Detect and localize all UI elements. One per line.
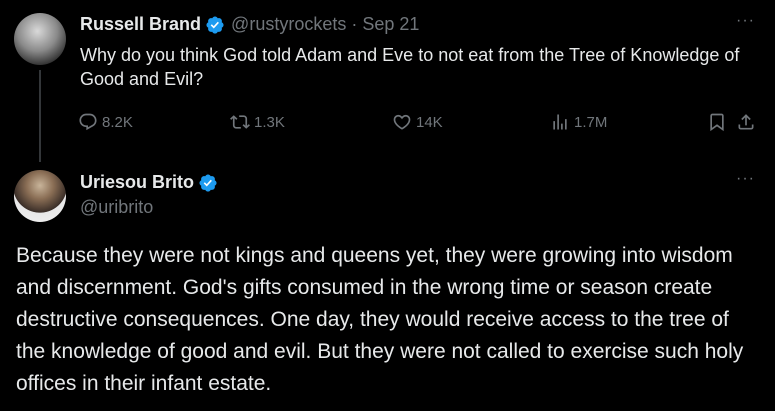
- analytics-icon: [553, 114, 567, 130]
- verified-badge-icon: [199, 173, 217, 192]
- like-button[interactable]: 14K: [392, 112, 443, 132]
- author-handle[interactable]: @rustyrockets: [231, 14, 346, 35]
- author-handle[interactable]: @uribrito: [80, 197, 153, 218]
- thread-connector-line: [39, 70, 41, 162]
- heart-icon: [393, 114, 411, 130]
- reply-icon: [79, 113, 97, 131]
- share-icon: [738, 114, 754, 130]
- view-count: 1.7M: [574, 113, 608, 131]
- avatar-russell-brand[interactable]: [14, 13, 66, 65]
- reply-count: 8.2K: [102, 113, 133, 131]
- more-options-icon[interactable]: ···: [736, 12, 755, 30]
- verified-badge-icon: [206, 15, 224, 34]
- views-button[interactable]: 1.7M: [550, 112, 607, 132]
- like-count: 14K: [416, 113, 443, 131]
- tweet-date[interactable]: Sep 21: [362, 14, 419, 35]
- bookmark-icon: [710, 113, 724, 132]
- tweet2-text: Because they were not kings and queens y…: [16, 244, 744, 395]
- retweet-icon: [230, 115, 250, 129]
- author-name[interactable]: Uriesou Brito: [80, 172, 194, 193]
- share-button[interactable]: [736, 112, 760, 132]
- author-name[interactable]: Russell Brand: [80, 14, 201, 35]
- retweet-button[interactable]: 1.3K: [230, 112, 285, 132]
- tweet2-header: Uriesou Brito: [80, 172, 218, 193]
- retweet-count: 1.3K: [254, 113, 285, 131]
- reply-button[interactable]: 8.2K: [78, 112, 133, 132]
- separator-dot: ·: [351, 14, 358, 34]
- tweet1-text: Why do you think God told Adam and Eve t…: [80, 45, 740, 89]
- tweet1-header: Russell Brand @rustyrockets · Sep 21: [80, 14, 419, 35]
- tweet1-action-bar: 8.2K 1.3K 14K 1.7M: [78, 112, 758, 138]
- bookmark-button[interactable]: [707, 112, 731, 132]
- more-options-icon[interactable]: ···: [736, 170, 755, 188]
- avatar-uriesou-brito[interactable]: [14, 170, 66, 222]
